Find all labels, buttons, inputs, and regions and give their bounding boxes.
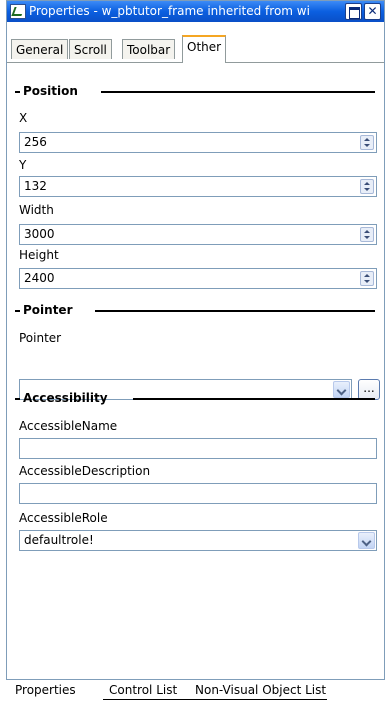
width-value: 3000 xyxy=(24,227,55,241)
bottom-tab-strip: Properties Control List Non-Visual Objec… xyxy=(0,681,385,701)
accessible-name-label: AccessibleName xyxy=(19,419,118,433)
properties-app-icon xyxy=(10,4,26,19)
accessible-name-input[interactable] xyxy=(19,438,377,459)
position-header-label: Position xyxy=(23,84,78,98)
bottom-tab-non-visual-object-list[interactable]: Non-Visual Object List xyxy=(189,681,327,700)
chevron-down-icon[interactable] xyxy=(358,532,375,549)
y-field[interactable]: 132 xyxy=(19,176,377,197)
pointer-group-header: Pointer xyxy=(15,303,375,319)
x-value: 256 xyxy=(24,135,47,149)
window-title: Properties - w_pbtutor_frame inherited f… xyxy=(29,4,310,18)
accessible-description-input[interactable] xyxy=(19,483,377,504)
maximize-button[interactable] xyxy=(345,3,362,20)
bottom-tab-properties[interactable]: Properties xyxy=(9,681,113,699)
accessible-role-dropdown[interactable]: defaultrole! xyxy=(19,530,377,551)
accessible-role-label: AccessibleRole xyxy=(19,511,108,525)
x-field[interactable]: 256 xyxy=(19,132,377,153)
pointer-header-label: Pointer xyxy=(23,303,73,317)
tab-toolbar[interactable]: Toolbar xyxy=(122,39,176,59)
properties-window: Properties - w_pbtutor_frame inherited f… xyxy=(6,0,385,680)
tab-scroll[interactable]: Scroll xyxy=(69,39,112,59)
accessible-role-value: defaultrole! xyxy=(24,533,94,547)
accessibility-group-header: Accessibility xyxy=(15,391,375,407)
y-value: 132 xyxy=(24,179,47,193)
x-spinner[interactable] xyxy=(360,135,374,150)
height-spinner[interactable] xyxy=(360,271,374,286)
x-label: X xyxy=(19,111,28,125)
width-field[interactable]: 3000 xyxy=(19,224,377,245)
position-group-header: Position xyxy=(15,84,375,100)
pointer-label: Pointer xyxy=(19,331,62,345)
y-label: Y xyxy=(19,158,27,172)
property-tabs: General Scroll Toolbar Other xyxy=(7,22,384,63)
tab-general[interactable]: General xyxy=(11,39,69,59)
height-field[interactable]: 2400 xyxy=(19,268,377,289)
bottom-tab-control-list[interactable]: Control List xyxy=(103,681,201,700)
height-label: Height xyxy=(19,248,59,262)
y-spinner[interactable] xyxy=(360,179,374,194)
title-bar[interactable]: Properties - w_pbtutor_frame inherited f… xyxy=(7,1,384,22)
width-spinner[interactable] xyxy=(360,227,374,242)
accessible-description-label: AccessibleDescription xyxy=(19,464,151,478)
close-button[interactable]: ✕ xyxy=(364,3,381,20)
height-value: 2400 xyxy=(24,271,55,285)
tab-other[interactable]: Other xyxy=(182,35,227,63)
accessibility-header-label: Accessibility xyxy=(23,391,108,405)
width-label: Width xyxy=(19,203,54,217)
